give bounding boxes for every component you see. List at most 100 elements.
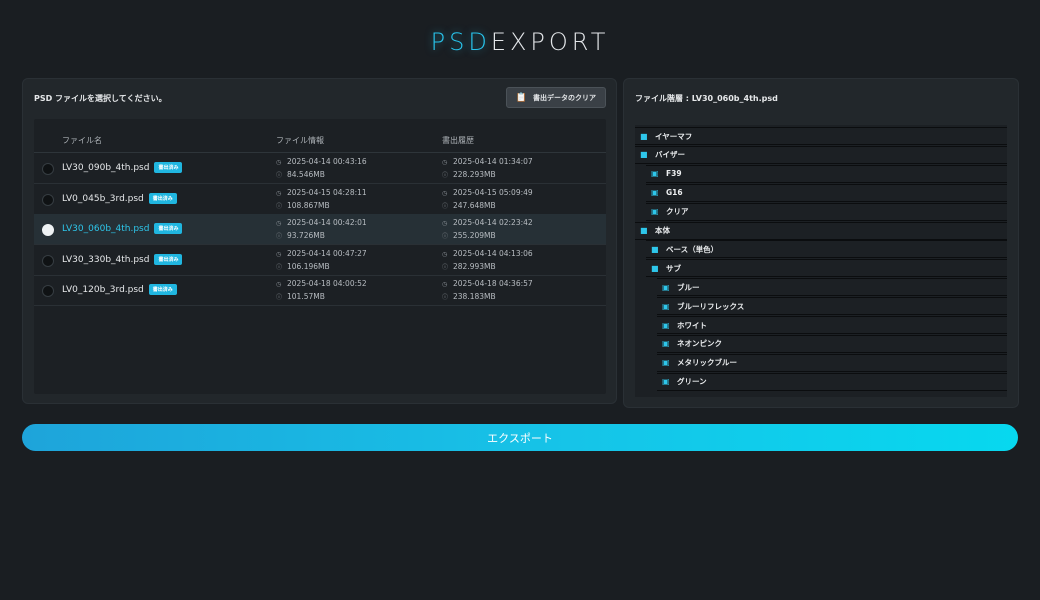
tree-folder[interactable]: ■ ベース（単色） xyxy=(646,240,1007,259)
export-button[interactable]: エクスポート xyxy=(22,424,1018,451)
tree-node-label: ホワイト xyxy=(677,320,707,330)
tree-layer[interactable]: ▣ メタリックブルー xyxy=(657,353,1007,372)
file-radio[interactable] xyxy=(42,285,54,297)
clock-icon: ◷ xyxy=(442,250,448,258)
file-info: ◷ 2025-04-14 00:43:16 ⓘ 84.546MB xyxy=(276,156,367,182)
folder-icon: ■ xyxy=(640,131,648,141)
file-row[interactable]: LV0_045b_3rd.psd 書出済み ◷ 2025-04-15 04:28:1… xyxy=(34,184,606,215)
file-radio[interactable] xyxy=(42,254,54,267)
file-name: LV30_060b_4th.psd 書出済み xyxy=(62,223,183,234)
tree-layer[interactable]: ▣ G16 xyxy=(646,183,1007,202)
tree-layer[interactable]: ▣ クリア xyxy=(646,202,1007,221)
tree-layer[interactable]: ▣ ブルー xyxy=(657,278,1007,297)
file-radio[interactable] xyxy=(42,224,54,236)
tree-folder[interactable]: ■ 本体 xyxy=(635,221,1007,240)
info-icon: ⓘ xyxy=(442,233,449,240)
tree-node-label: グリーン xyxy=(677,377,707,387)
export-size: 247.648MB xyxy=(453,200,496,210)
export-history: ◷ 2025-04-14 01:34:07 ⓘ 228.293MB xyxy=(442,156,533,182)
info-icon: ⓘ xyxy=(442,172,449,179)
file-radio[interactable] xyxy=(42,163,54,175)
export-size: 228.293MB xyxy=(453,170,496,179)
file-list-panel: PSD ファイルを選択してください。 📋 書出データのクリア ファイル名 ファイ… xyxy=(22,78,617,404)
tree-node-label: ブルーリフレックス xyxy=(677,301,745,311)
image-layer-icon: ▣ xyxy=(662,377,670,387)
folder-icon: ■ xyxy=(640,226,648,235)
tree-folder[interactable]: ■ バイザー xyxy=(635,145,1007,164)
tree-layer[interactable]: ▣ ホワイト xyxy=(657,316,1007,334)
file-radio[interactable] xyxy=(42,193,54,206)
file-modified: 2025-04-15 04:28:11 xyxy=(287,187,367,197)
tree-layer[interactable]: ▣ ネオンピンク xyxy=(657,334,1007,353)
file-name-text: LV0_045b_3rd.psd xyxy=(62,193,144,204)
clock-icon: ◷ xyxy=(442,220,448,227)
info-icon: ⓘ xyxy=(276,233,283,240)
clock-icon: ◷ xyxy=(276,281,282,288)
export-time: 2025-04-14 01:34:07 xyxy=(453,157,533,166)
app-title: PSDEXPORT xyxy=(0,28,1040,56)
info-icon: ⓘ xyxy=(276,172,283,179)
exported-badge: 書出済み xyxy=(154,253,183,265)
clock-icon: ◷ xyxy=(276,159,282,166)
layer-tree[interactable]: ■ イヤーマフ ■ バイザー ▣ F39 ▣ G16 ▣ クリア ■ 本体 ■ ベース（単色） ■ サブ ▣ ブル… xyxy=(635,125,1007,397)
exported-badge: 書出済み xyxy=(148,192,177,204)
export-size: 238.183MB xyxy=(453,292,496,301)
export-time: 2025-04-14 02:23:42 xyxy=(453,218,533,227)
export-size: 282.993MB xyxy=(453,261,496,271)
file-modified: 2025-04-14 00:47:27 xyxy=(287,248,367,258)
tree-layer[interactable]: ▣ グリーン xyxy=(657,372,1007,391)
export-time: 2025-04-14 04:13:06 xyxy=(453,248,533,258)
clock-icon: ◷ xyxy=(442,281,448,288)
file-row[interactable]: LV30_090b_4th.psd 書出済み ◷ 2025-04-14 00:43:… xyxy=(34,153,606,184)
folder-icon: ■ xyxy=(651,263,659,273)
file-row[interactable]: LV30_060b_4th.psd 書出済み ◷ 2025-04-14 00:42:… xyxy=(34,214,606,245)
tree-layer[interactable]: ▣ F39 xyxy=(646,164,1007,183)
image-layer-icon: ▣ xyxy=(662,301,670,311)
clipboard-icon: 📋 xyxy=(515,92,527,103)
export-time: 2025-04-18 04:36:57 xyxy=(453,279,533,288)
file-info: ◷ 2025-04-15 04:28:11 ⓘ 108.867MB xyxy=(276,187,367,213)
file-modified: 2025-04-18 04:00:52 xyxy=(287,279,367,288)
file-name-text: LV30_090b_4th.psd xyxy=(62,163,150,173)
tree-layer[interactable]: ▣ ブルーリフレックス xyxy=(657,297,1007,316)
file-size: 101.57MB xyxy=(287,292,325,301)
image-layer-icon: ▣ xyxy=(651,207,659,217)
file-name: LV0_120b_3rd.psd 書出済み xyxy=(62,284,177,295)
table-header: ファイル名 ファイル情報 書出履歴 xyxy=(34,119,606,153)
file-info: ◷ 2025-04-14 00:47:27 ⓘ 106.196MB xyxy=(276,248,367,274)
export-time: 2025-04-15 05:09:49 xyxy=(453,187,533,197)
folder-icon: ■ xyxy=(651,244,659,254)
tree-node-label: ブルー xyxy=(677,282,700,292)
tree-node-label: ネオンピンク xyxy=(677,339,722,349)
tree-folder[interactable]: ■ イヤーマフ xyxy=(635,127,1007,145)
export-history: ◷ 2025-04-14 02:23:42 ⓘ 255.209MB xyxy=(442,217,533,243)
file-name-text: LV30_330b_4th.psd xyxy=(62,254,150,265)
tree-node-label: ベース（単色） xyxy=(666,244,719,254)
tree-folder[interactable]: ■ サブ xyxy=(646,259,1007,278)
file-name-text: LV0_120b_3rd.psd xyxy=(62,285,144,295)
file-size: 93.726MB xyxy=(287,231,325,240)
file-row[interactable]: LV0_120b_3rd.psd 書出済み ◷ 2025-04-18 04:00:5… xyxy=(34,275,606,306)
tree-node-label: メタリックブルー xyxy=(677,358,737,368)
exported-badge: 書出済み xyxy=(154,162,183,173)
image-layer-icon: ▣ xyxy=(662,339,670,349)
tree-node-label: バイザー xyxy=(655,150,685,160)
app-title-rest: EXPORT xyxy=(490,28,610,56)
tree-node-label: サブ xyxy=(666,263,681,273)
image-layer-icon: ▣ xyxy=(651,169,659,179)
image-layer-icon: ▣ xyxy=(662,320,670,330)
layer-tree-panel: ファイル階層 : LV30_060b_4th.psd ■ イヤーマフ ■ バイザー ▣ F… xyxy=(623,78,1019,408)
file-name: LV30_330b_4th.psd 書出済み xyxy=(62,253,183,265)
clear-export-data-button[interactable]: 📋 書出データのクリア xyxy=(505,87,606,108)
image-layer-icon: ▣ xyxy=(651,188,659,198)
info-icon: ⓘ xyxy=(276,294,283,301)
tree-node-label: F39 xyxy=(666,169,682,179)
clear-export-data-label: 書出データのクリア xyxy=(533,93,596,102)
export-size: 255.209MB xyxy=(453,231,496,240)
layer-tree-header: ファイル階層 : LV30_060b_4th.psd xyxy=(635,94,778,103)
file-row[interactable]: LV30_330b_4th.psd 書出済み ◷ 2025-04-14 00:47:… xyxy=(34,245,606,276)
column-header-export-history: 書出履歴 xyxy=(442,136,474,145)
file-modified: 2025-04-14 00:42:01 xyxy=(287,218,367,227)
file-info: ◷ 2025-04-14 00:42:01 ⓘ 93.726MB xyxy=(276,217,367,243)
clock-icon: ◷ xyxy=(442,189,448,197)
